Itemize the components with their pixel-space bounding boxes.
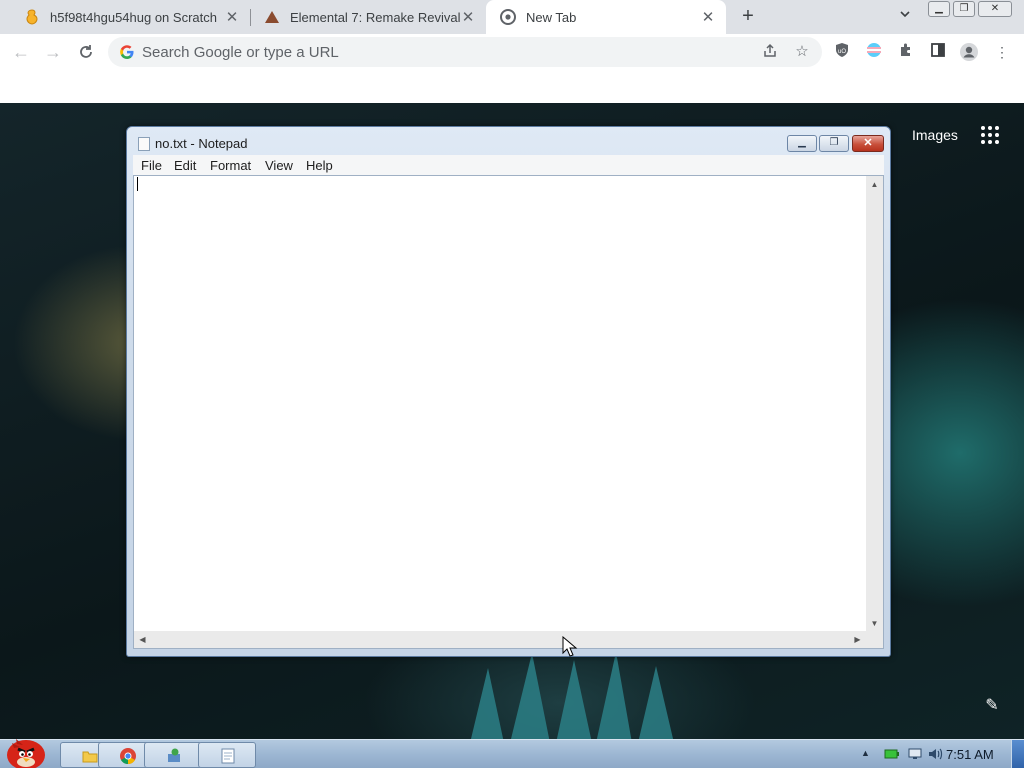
omnibox-placeholder: Search Google or type a URL bbox=[142, 44, 339, 61]
back-arrow-icon[interactable]: ← bbox=[10, 41, 32, 63]
tray-expand-icon[interactable]: ▲ bbox=[861, 748, 870, 758]
share-icon[interactable] bbox=[761, 43, 779, 61]
tab-close-icon[interactable]: ✕ bbox=[700, 8, 716, 26]
pride-flag-extension-icon[interactable] bbox=[864, 42, 884, 62]
tab-strip: h5f98t4hgu54hug on Scratch ✕ Elemental 7… bbox=[0, 0, 1024, 34]
menu-view[interactable]: View bbox=[265, 158, 293, 173]
notepad-menubar: File Edit Format View Help bbox=[133, 155, 884, 175]
chevron-down-icon[interactable] bbox=[896, 8, 914, 26]
chrome-icon bbox=[500, 9, 516, 25]
vertical-scrollbar[interactable]: ▲ ▼ bbox=[866, 176, 883, 632]
omnibox[interactable]: Search Google or type a URL bbox=[108, 37, 822, 67]
notepad-window: no.txt - Notepad ▁ ❐ ✕ File Edit Format … bbox=[126, 126, 891, 657]
profile-avatar-icon[interactable] bbox=[959, 42, 979, 62]
side-panel-icon[interactable] bbox=[928, 42, 948, 62]
scratch-cat-icon bbox=[24, 9, 40, 25]
notepad-close-button[interactable]: ✕ bbox=[852, 135, 884, 152]
chrome-icon bbox=[119, 747, 137, 765]
menu-format[interactable]: Format bbox=[210, 158, 251, 173]
minimize-button[interactable]: ▁ bbox=[928, 1, 950, 17]
menu-file[interactable]: File bbox=[141, 158, 162, 173]
customize-pencil-icon[interactable]: ✎ bbox=[983, 697, 1001, 715]
notepad-minimize-button[interactable]: ▁ bbox=[787, 135, 817, 152]
images-link[interactable]: Images bbox=[912, 127, 958, 143]
text-caret bbox=[137, 177, 138, 191]
network-icon[interactable] bbox=[907, 747, 923, 761]
reload-icon[interactable] bbox=[75, 41, 97, 63]
puzzle-extensions-icon[interactable] bbox=[896, 42, 916, 62]
taskbar-clock[interactable]: 7:51 AM bbox=[946, 747, 994, 762]
tab-close-icon[interactable]: ✕ bbox=[460, 8, 476, 26]
svg-text:uO: uO bbox=[838, 49, 846, 55]
browser-toolbar: ← → Search Google or type a URL ☆ uO ⋮ bbox=[0, 34, 1024, 70]
taskbar-network-app-button[interactable] bbox=[144, 742, 202, 768]
google-apps-icon[interactable] bbox=[981, 126, 999, 144]
tab-close-icon[interactable]: ✕ bbox=[224, 8, 240, 26]
horizontal-scrollbar[interactable]: ◀ ▶ bbox=[134, 631, 866, 648]
notepad-title: no.txt - Notepad bbox=[155, 136, 248, 151]
notepad-titlebar[interactable]: no.txt - Notepad ▁ ❐ ✕ bbox=[127, 127, 890, 157]
battery-icon[interactable] bbox=[884, 747, 900, 761]
network-app-icon bbox=[165, 747, 183, 765]
tab-scratch[interactable]: h5f98t4hgu54hug on Scratch ✕ bbox=[10, 0, 250, 34]
notepad-icon bbox=[219, 747, 237, 765]
explorer-icon bbox=[81, 747, 99, 765]
scroll-down-icon[interactable]: ▼ bbox=[866, 615, 883, 632]
taskbar: ▲ 7:51 AM bbox=[0, 739, 1024, 768]
taskbar-notepad-button[interactable] bbox=[198, 742, 256, 768]
background-image-teeth bbox=[470, 652, 674, 739]
scroll-left-icon[interactable]: ◀ bbox=[134, 631, 151, 648]
google-g-icon bbox=[119, 44, 135, 60]
menu-help[interactable]: Help bbox=[306, 158, 333, 173]
page-top-strip bbox=[0, 70, 1024, 103]
tab-title: New Tab bbox=[526, 9, 577, 25]
mountain-icon bbox=[264, 9, 280, 25]
notepad-text-area[interactable]: ▲ ▼ ◀ ▶ bbox=[133, 175, 884, 649]
scroll-up-icon[interactable]: ▲ bbox=[866, 176, 883, 193]
forward-arrow-icon[interactable]: → bbox=[42, 41, 64, 63]
start-button-angry-bird-icon[interactable] bbox=[2, 731, 50, 768]
tab-title: h5f98t4hgu54hug on Scratch bbox=[50, 9, 217, 25]
resize-grip[interactable] bbox=[866, 631, 883, 648]
volume-icon[interactable] bbox=[927, 747, 943, 761]
mouse-pointer-icon bbox=[562, 636, 578, 657]
notepad-icon bbox=[138, 137, 150, 151]
bookmark-star-icon[interactable]: ☆ bbox=[793, 43, 811, 61]
restore-button[interactable]: ❐ bbox=[953, 1, 975, 17]
tab-title: Elemental 7: Remake Revival bbox=[290, 9, 460, 25]
ublock-shield-icon[interactable]: uO bbox=[832, 42, 852, 62]
new-tab-button[interactable]: + bbox=[737, 5, 759, 29]
notepad-maximize-button[interactable]: ❐ bbox=[819, 135, 849, 152]
close-button[interactable]: ✕ bbox=[978, 1, 1012, 17]
show-desktop-button[interactable] bbox=[1011, 740, 1024, 768]
tab-elemental[interactable]: Elemental 7: Remake Revival ✕ bbox=[250, 0, 486, 34]
kebab-menu-icon[interactable]: ⋮ bbox=[992, 42, 1012, 62]
menu-edit[interactable]: Edit bbox=[174, 158, 196, 173]
tab-new-tab[interactable]: New Tab ✕ bbox=[486, 0, 726, 34]
scroll-right-icon[interactable]: ▶ bbox=[849, 631, 866, 648]
